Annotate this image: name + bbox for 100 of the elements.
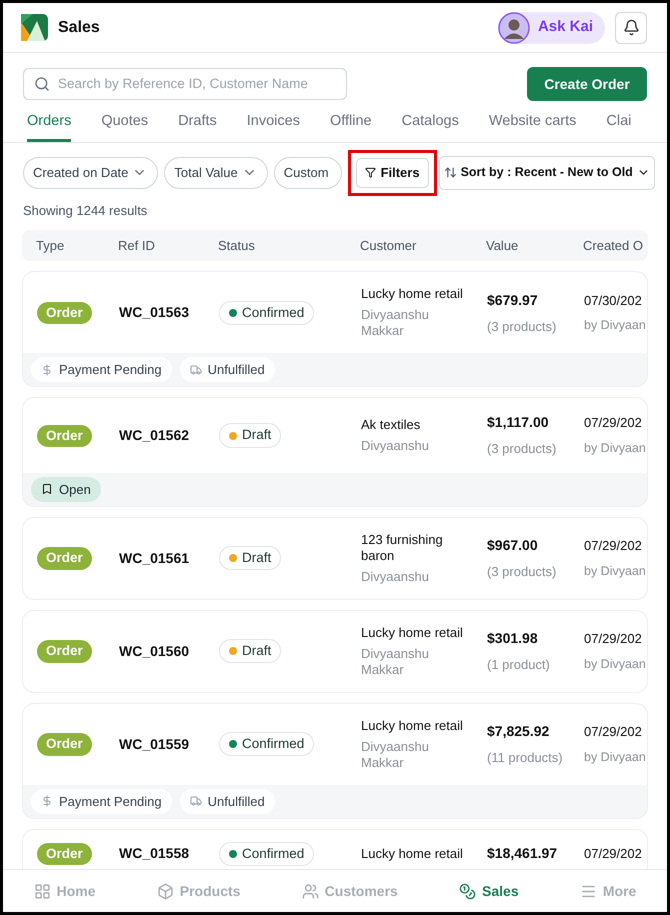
truck-icon [190, 795, 202, 808]
product-count: (3 products) [487, 563, 558, 581]
search-field[interactable]: Search by Reference ID, Customer Name [23, 68, 347, 100]
truck-icon [190, 364, 202, 376]
tab[interactable]: Clai [606, 111, 632, 142]
create-order-button[interactable]: Create Order [527, 67, 647, 101]
contact-name: Divyaanshu Makkar [361, 738, 430, 771]
created-date: 07/29/202 [584, 414, 643, 432]
status-badge: Confirmed [219, 300, 314, 325]
product-count: (11 products) [487, 749, 564, 767]
contact-name: Divyaanshu [361, 438, 430, 454]
tab[interactable]: Offline [330, 111, 372, 142]
bell-icon [622, 19, 640, 36]
contact-name: Divyaanshu Makkar [361, 307, 430, 340]
product-count: (3 products) [487, 318, 558, 336]
order-card[interactable]: Order WC_01561 Draft 123 furnishing baron Divyaanshu $967.00 (3 products) 07/29/202 by Divyaan [22, 516, 648, 600]
order-card[interactable]: Order WC_01558 Confirmed Lucky home retail $18,461.97 07/29/202 [22, 828, 648, 869]
order-value: $1,117.00 [487, 413, 550, 432]
column-header: Value [486, 237, 520, 255]
type-badge: Order [37, 302, 92, 324]
customer-name: Lucky home retail [361, 718, 464, 734]
dollar-icon [41, 364, 53, 376]
order-value: $301.98 [487, 629, 539, 648]
column-header: Status [218, 237, 256, 255]
type-badge: Order [37, 547, 92, 570]
product-count: (1 product) [487, 656, 551, 674]
type-badge: Order [37, 733, 92, 756]
created-date: 07/29/202 [584, 845, 642, 864]
customer-name: Ak textiles [361, 417, 422, 433]
tab[interactable]: Website carts [488, 111, 576, 142]
logo-icon [21, 14, 48, 41]
order-card[interactable]: Order WC_01560 Draft Lucky home retail Divyaanshu Makkar $301.98 (1 product) 07/29/202 by Divyaan [22, 610, 648, 693]
type-badge: Order [37, 640, 92, 662]
status-tag: Payment Pending [31, 357, 172, 382]
coins-icon [459, 882, 476, 900]
filter-dropdown[interactable]: Custom [274, 156, 342, 189]
order-value: $679.97 [487, 290, 539, 310]
column-header: Ref ID [118, 237, 156, 255]
created-date: 07/30/202 [584, 292, 643, 310]
tab[interactable]: Quotes [101, 111, 148, 142]
type-badge: Order [37, 842, 92, 866]
notifications-button[interactable] [615, 12, 647, 44]
filter-dropdown[interactable]: Created on Date [23, 156, 158, 189]
filter-icon [364, 167, 376, 178]
customer-name: Lucky home retail [361, 846, 464, 862]
ref-id: WC_01558 [119, 844, 190, 864]
product-count: (3 products) [487, 440, 558, 458]
ref-id: WC_01560 [119, 642, 190, 661]
ref-id: WC_01562 [119, 426, 190, 445]
tab[interactable]: Catalogs [402, 111, 459, 142]
status-badge: Confirmed [219, 732, 314, 756]
order-value: $967.00 [487, 536, 539, 555]
customer-name: Lucky home retail [361, 624, 464, 641]
created-date: 07/29/202 [584, 630, 643, 648]
contact-name: Divyaanshu [361, 568, 430, 585]
ask-kai-button[interactable]: Ask Kai [498, 12, 605, 44]
grid-icon [34, 882, 51, 900]
column-header: Type [36, 237, 66, 255]
order-card[interactable]: Order WC_01563 Confirmed Lucky home retail Divyaanshu Makkar $679.97 (3 products) 07/30/202 by Divyaan Payment Pending Unfulfilled [22, 271, 648, 388]
dollar-icon [41, 795, 53, 808]
avatar-icon [498, 12, 530, 44]
search-input[interactable]: Search by Reference ID, Customer Name [58, 74, 336, 94]
status-badge: Confirmed [219, 842, 314, 866]
created-by: by Divyaan [584, 317, 646, 334]
search-icon [34, 76, 50, 92]
tab[interactable]: Orders [27, 111, 72, 142]
ref-id: WC_01563 [119, 303, 190, 322]
status-badge: Draft [219, 639, 282, 664]
ref-id: WC_01561 [119, 548, 190, 568]
result-count: Showing 1244 results [22, 202, 148, 220]
status-tag: Payment Pending [31, 788, 172, 814]
sort-icon [444, 166, 457, 180]
order-card[interactable]: Order WC_01562 Draft Ak textiles Divyaanshu $1,117.00 (3 products) 07/29/202 by Divyaan Open [22, 397, 648, 507]
nav-item[interactable]: Sales [459, 880, 519, 902]
status-tag: Unfulfilled [180, 788, 275, 814]
ref-id: WC_01559 [119, 734, 190, 754]
customer-name: 123 furnishing baron [361, 532, 444, 564]
open-tag: Open [31, 476, 101, 502]
created-by: by Divyaan [584, 562, 646, 580]
order-card[interactable]: Order WC_01559 Confirmed Lucky home retail Divyaanshu Makkar $7,825.92 (11 products) 07/29/202 by Divyaan Payment Pending Unfulfilled [22, 702, 648, 819]
status-badge: Draft [219, 423, 282, 448]
status-badge: Draft [219, 546, 282, 570]
filter-dropdown[interactable]: Total Value [164, 156, 268, 189]
created-date: 07/29/202 [584, 537, 643, 556]
column-header: Customer [360, 237, 418, 255]
bookmark-icon [41, 483, 53, 496]
order-value: $7,825.92 [487, 722, 550, 741]
tab[interactable]: Drafts [178, 111, 217, 142]
people-icon [302, 882, 319, 900]
tab[interactable]: Invoices [246, 111, 300, 142]
filters-button[interactable]: Filters [356, 158, 429, 188]
column-header: Created O [583, 237, 643, 255]
order-value: $18,461.97 [487, 844, 558, 864]
contact-name: Divyaanshu Makkar [361, 646, 430, 678]
sort-dropdown[interactable]: Sort by : Recent - New to Old [438, 156, 655, 190]
type-badge: Order [37, 424, 92, 447]
box-icon [156, 882, 174, 900]
created-by: by Divyaan [584, 440, 646, 457]
created-by: by Divyaan [584, 656, 646, 673]
customer-name: Lucky home retail [361, 286, 464, 302]
